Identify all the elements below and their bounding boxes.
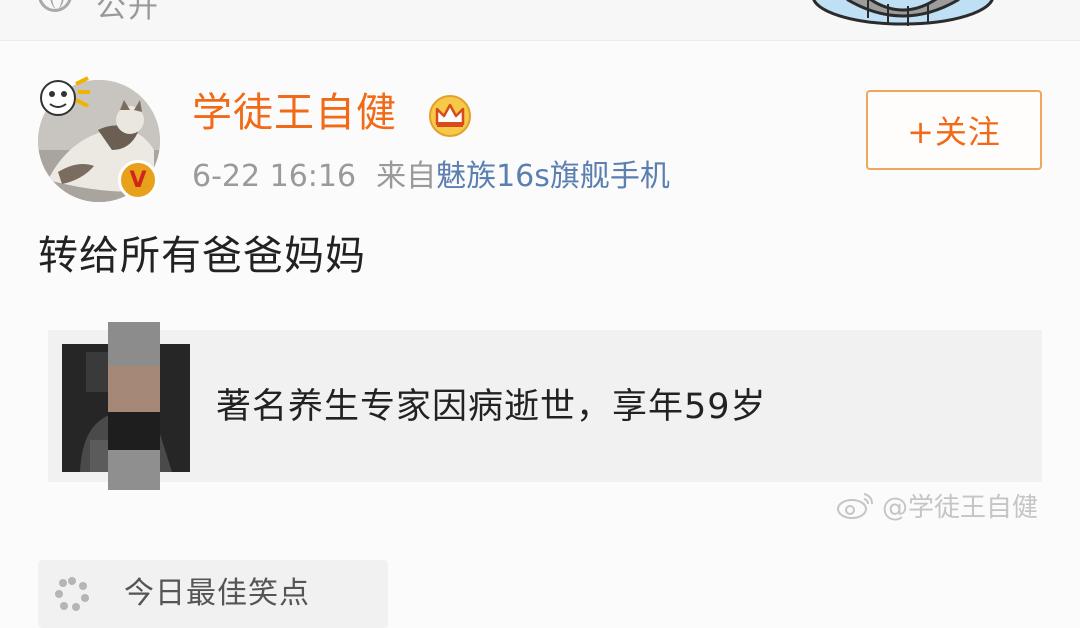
source-prefix: 来自 xyxy=(376,159,437,194)
cartoon-sticker-icon xyxy=(812,0,994,26)
censor-mosaic xyxy=(108,322,160,490)
weibo-watermark: @学徒王自健 xyxy=(836,488,1039,523)
globe-icon xyxy=(38,0,72,12)
post-date: 6-22 16:16 xyxy=(192,159,357,194)
link-card[interactable]: 著名养生专家因病逝世，享年59岁 xyxy=(48,330,1042,482)
top-strip: 公开 xyxy=(0,0,1080,41)
weibo-icon xyxy=(837,493,873,519)
card-title: 著名养生专家因病逝世，享年59岁 xyxy=(216,387,767,427)
avatar[interactable]: V xyxy=(38,76,160,202)
topic-chip[interactable]: 今日最佳笑点 xyxy=(38,560,388,628)
watermark-text: @学徒王自健 xyxy=(882,492,1039,523)
visibility-label: 公开 xyxy=(96,0,160,25)
post-text: 转给所有爸爸妈妈 xyxy=(38,233,366,279)
verified-badge-icon: V xyxy=(118,160,158,200)
emoji-sticker-icon xyxy=(40,76,90,116)
source-device-link[interactable]: 魅族16s旗舰手机 xyxy=(436,159,670,194)
loading-spinner-icon xyxy=(55,577,89,611)
follow-button[interactable]: +关注 xyxy=(866,90,1042,170)
username[interactable]: 学徒王自健 xyxy=(192,88,397,138)
crown-icon xyxy=(429,95,471,137)
topic-label: 今日最佳笑点 xyxy=(124,576,310,611)
post-meta: 6-22 16:16 来自魅族16s旗舰手机 xyxy=(192,158,670,196)
